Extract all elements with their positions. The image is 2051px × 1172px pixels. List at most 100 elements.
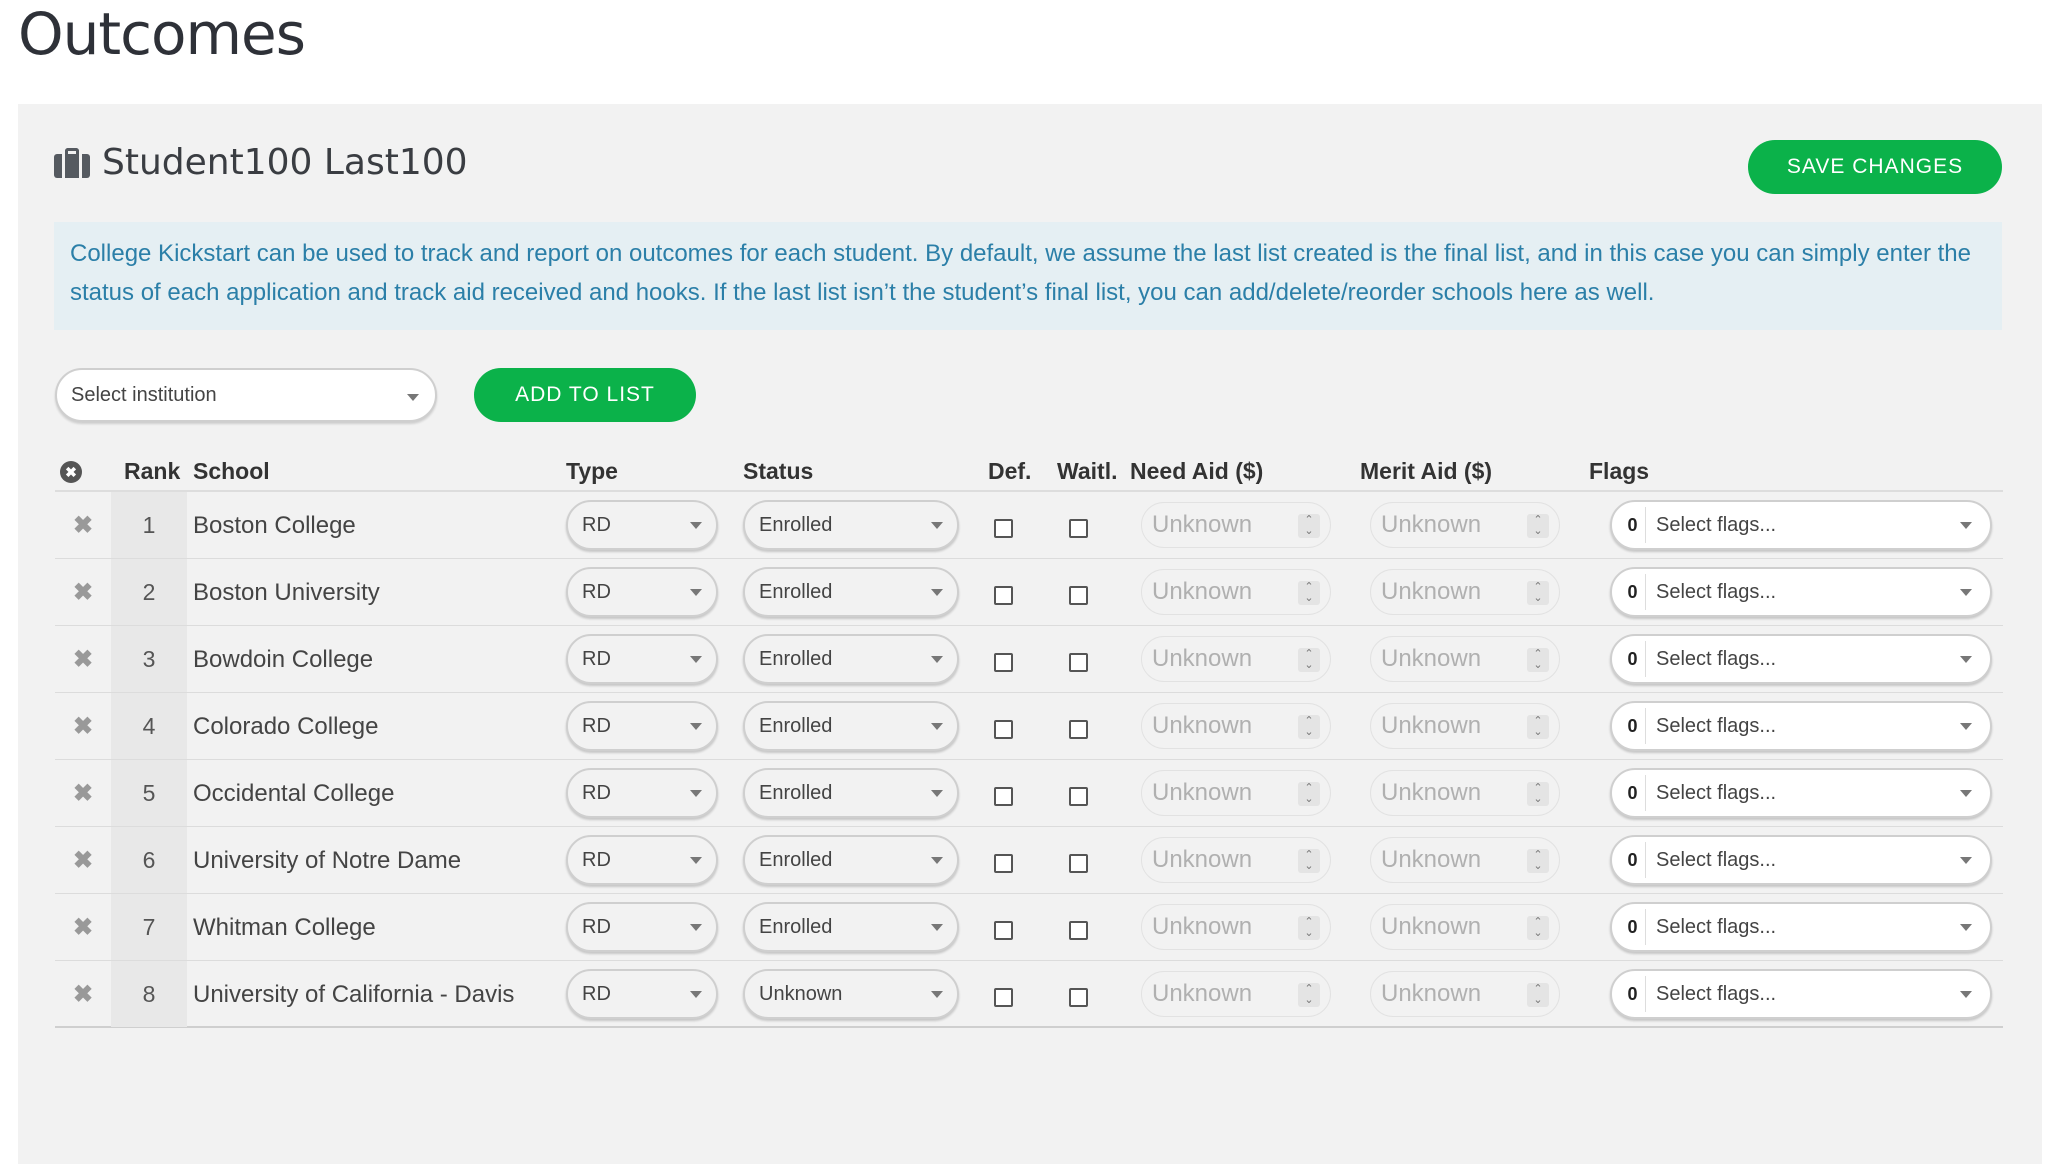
merit-aid-placeholder: Unknown (1381, 779, 1482, 806)
deferred-checkbox[interactable] (994, 519, 1013, 538)
remove-row-icon[interactable]: ✖ (55, 693, 111, 759)
waitlisted-checkbox[interactable] (1069, 988, 1088, 1007)
deferred-checkbox[interactable] (994, 653, 1013, 672)
merit-aid-input[interactable]: Unknown ⌃ ⌄ (1370, 904, 1560, 950)
stepper-icon[interactable]: ⌃ ⌄ (1298, 916, 1320, 940)
status-select[interactable]: Enrolled (743, 500, 959, 550)
stepper-icon[interactable]: ⌃ ⌄ (1298, 715, 1320, 739)
stepper-icon[interactable]: ⌃ ⌄ (1527, 648, 1549, 672)
need-aid-placeholder: Unknown (1152, 712, 1253, 739)
waitlisted-checkbox[interactable] (1069, 787, 1088, 806)
type-select[interactable]: RD (566, 835, 718, 885)
type-select[interactable]: RD (566, 768, 718, 818)
merit-aid-input[interactable]: Unknown ⌃ ⌄ (1370, 971, 1560, 1017)
flags-select[interactable]: 0 Select flags... (1610, 902, 1992, 952)
need-aid-input[interactable]: Unknown ⌃ ⌄ (1141, 502, 1331, 548)
status-value: Enrolled (759, 915, 833, 938)
remove-row-icon[interactable]: ✖ (55, 626, 111, 692)
chevron-down-icon (931, 656, 943, 663)
stepper-icon[interactable]: ⌃ ⌄ (1298, 514, 1320, 538)
status-select[interactable]: Enrolled (743, 902, 959, 952)
merit-aid-placeholder: Unknown (1381, 645, 1482, 672)
need-aid-input[interactable]: Unknown ⌃ ⌄ (1141, 971, 1331, 1017)
stepper-icon[interactable]: ⌃ ⌄ (1527, 581, 1549, 605)
stepper-icon[interactable]: ⌃ ⌄ (1527, 916, 1549, 940)
type-select[interactable]: RD (566, 634, 718, 684)
status-select[interactable]: Enrolled (743, 567, 959, 617)
merit-aid-input[interactable]: Unknown ⌃ ⌄ (1370, 837, 1560, 883)
need-aid-input[interactable]: Unknown ⌃ ⌄ (1141, 703, 1331, 749)
deferred-checkbox[interactable] (994, 921, 1013, 940)
status-select[interactable]: Enrolled (743, 768, 959, 818)
stepper-icon[interactable]: ⌃ ⌄ (1298, 983, 1320, 1007)
need-aid-input[interactable]: Unknown ⌃ ⌄ (1141, 904, 1331, 950)
info-message: College Kickstart can be used to track a… (54, 222, 2002, 330)
stepper-icon[interactable]: ⌃ ⌄ (1298, 648, 1320, 672)
flags-select[interactable]: 0 Select flags... (1610, 701, 1992, 751)
waitlisted-checkbox[interactable] (1069, 586, 1088, 605)
merit-aid-input[interactable]: Unknown ⌃ ⌄ (1370, 770, 1560, 816)
deferred-checkbox[interactable] (994, 854, 1013, 873)
stepper-icon[interactable]: ⌃ ⌄ (1298, 782, 1320, 806)
institution-select[interactable]: Select institution (55, 368, 437, 422)
remove-row-icon[interactable]: ✖ (55, 827, 111, 893)
status-select[interactable]: Enrolled (743, 634, 959, 684)
status-select[interactable]: Enrolled (743, 701, 959, 751)
deferred-checkbox[interactable] (994, 586, 1013, 605)
flags-select[interactable]: 0 Select flags... (1610, 768, 1992, 818)
flags-select[interactable]: 0 Select flags... (1610, 500, 1992, 550)
chevron-down-icon (690, 924, 702, 931)
flags-select[interactable]: 0 Select flags... (1610, 835, 1992, 885)
stepper-icon[interactable]: ⌃ ⌄ (1298, 581, 1320, 605)
flags-select[interactable]: 0 Select flags... (1610, 634, 1992, 684)
deferred-checkbox[interactable] (994, 720, 1013, 739)
status-select[interactable]: Unknown (743, 969, 959, 1019)
table-row: ✖ 8 University of California - Davis RD … (55, 961, 2003, 1028)
stepper-icon[interactable]: ⌃ ⌄ (1527, 983, 1549, 1007)
merit-aid-input[interactable]: Unknown ⌃ ⌄ (1370, 636, 1560, 682)
flags-placeholder: Select flags... (1656, 982, 1777, 1005)
deferred-checkbox[interactable] (994, 787, 1013, 806)
merit-aid-input[interactable]: Unknown ⌃ ⌄ (1370, 703, 1560, 749)
need-aid-placeholder: Unknown (1152, 645, 1253, 672)
need-aid-input[interactable]: Unknown ⌃ ⌄ (1141, 569, 1331, 615)
need-aid-input[interactable]: Unknown ⌃ ⌄ (1141, 770, 1331, 816)
need-aid-placeholder: Unknown (1152, 980, 1253, 1007)
flags-placeholder: Select flags... (1656, 915, 1777, 938)
waitlisted-checkbox[interactable] (1069, 854, 1088, 873)
flags-select[interactable]: 0 Select flags... (1610, 969, 1992, 1019)
remove-all-icon[interactable]: ✖ (60, 461, 82, 483)
stepper-icon[interactable]: ⌃ ⌄ (1298, 849, 1320, 873)
stepper-icon[interactable]: ⌃ ⌄ (1527, 849, 1549, 873)
flags-select[interactable]: 0 Select flags... (1610, 567, 1992, 617)
briefcase-icon (54, 147, 90, 178)
remove-row-icon[interactable]: ✖ (55, 559, 111, 625)
remove-row-icon[interactable]: ✖ (55, 492, 111, 558)
remove-row-icon[interactable]: ✖ (55, 961, 111, 1027)
type-select[interactable]: RD (566, 567, 718, 617)
stepper-icon[interactable]: ⌃ ⌄ (1527, 514, 1549, 538)
table-row: ✖ 5 Occidental College RD Enrolled Unkno… (55, 760, 2003, 827)
status-select[interactable]: Enrolled (743, 835, 959, 885)
type-select[interactable]: RD (566, 969, 718, 1019)
merit-aid-input[interactable]: Unknown ⌃ ⌄ (1370, 569, 1560, 615)
type-select[interactable]: RD (566, 500, 718, 550)
need-aid-input[interactable]: Unknown ⌃ ⌄ (1141, 837, 1331, 883)
remove-row-icon[interactable]: ✖ (55, 760, 111, 826)
stepper-icon[interactable]: ⌃ ⌄ (1527, 782, 1549, 806)
waitlisted-checkbox[interactable] (1069, 921, 1088, 940)
remove-row-icon[interactable]: ✖ (55, 894, 111, 960)
flags-placeholder: Select flags... (1656, 580, 1777, 603)
stepper-icon[interactable]: ⌃ ⌄ (1527, 715, 1549, 739)
waitlisted-checkbox[interactable] (1069, 653, 1088, 672)
waitlisted-checkbox[interactable] (1069, 519, 1088, 538)
merit-aid-input[interactable]: Unknown ⌃ ⌄ (1370, 502, 1560, 548)
waitlisted-checkbox[interactable] (1069, 720, 1088, 739)
rank-cell: 7 (111, 894, 187, 960)
type-select[interactable]: RD (566, 701, 718, 751)
type-select[interactable]: RD (566, 902, 718, 952)
add-to-list-button[interactable]: ADD TO LIST (474, 368, 696, 422)
need-aid-input[interactable]: Unknown ⌃ ⌄ (1141, 636, 1331, 682)
deferred-checkbox[interactable] (994, 988, 1013, 1007)
save-changes-button[interactable]: SAVE CHANGES (1748, 140, 2002, 194)
